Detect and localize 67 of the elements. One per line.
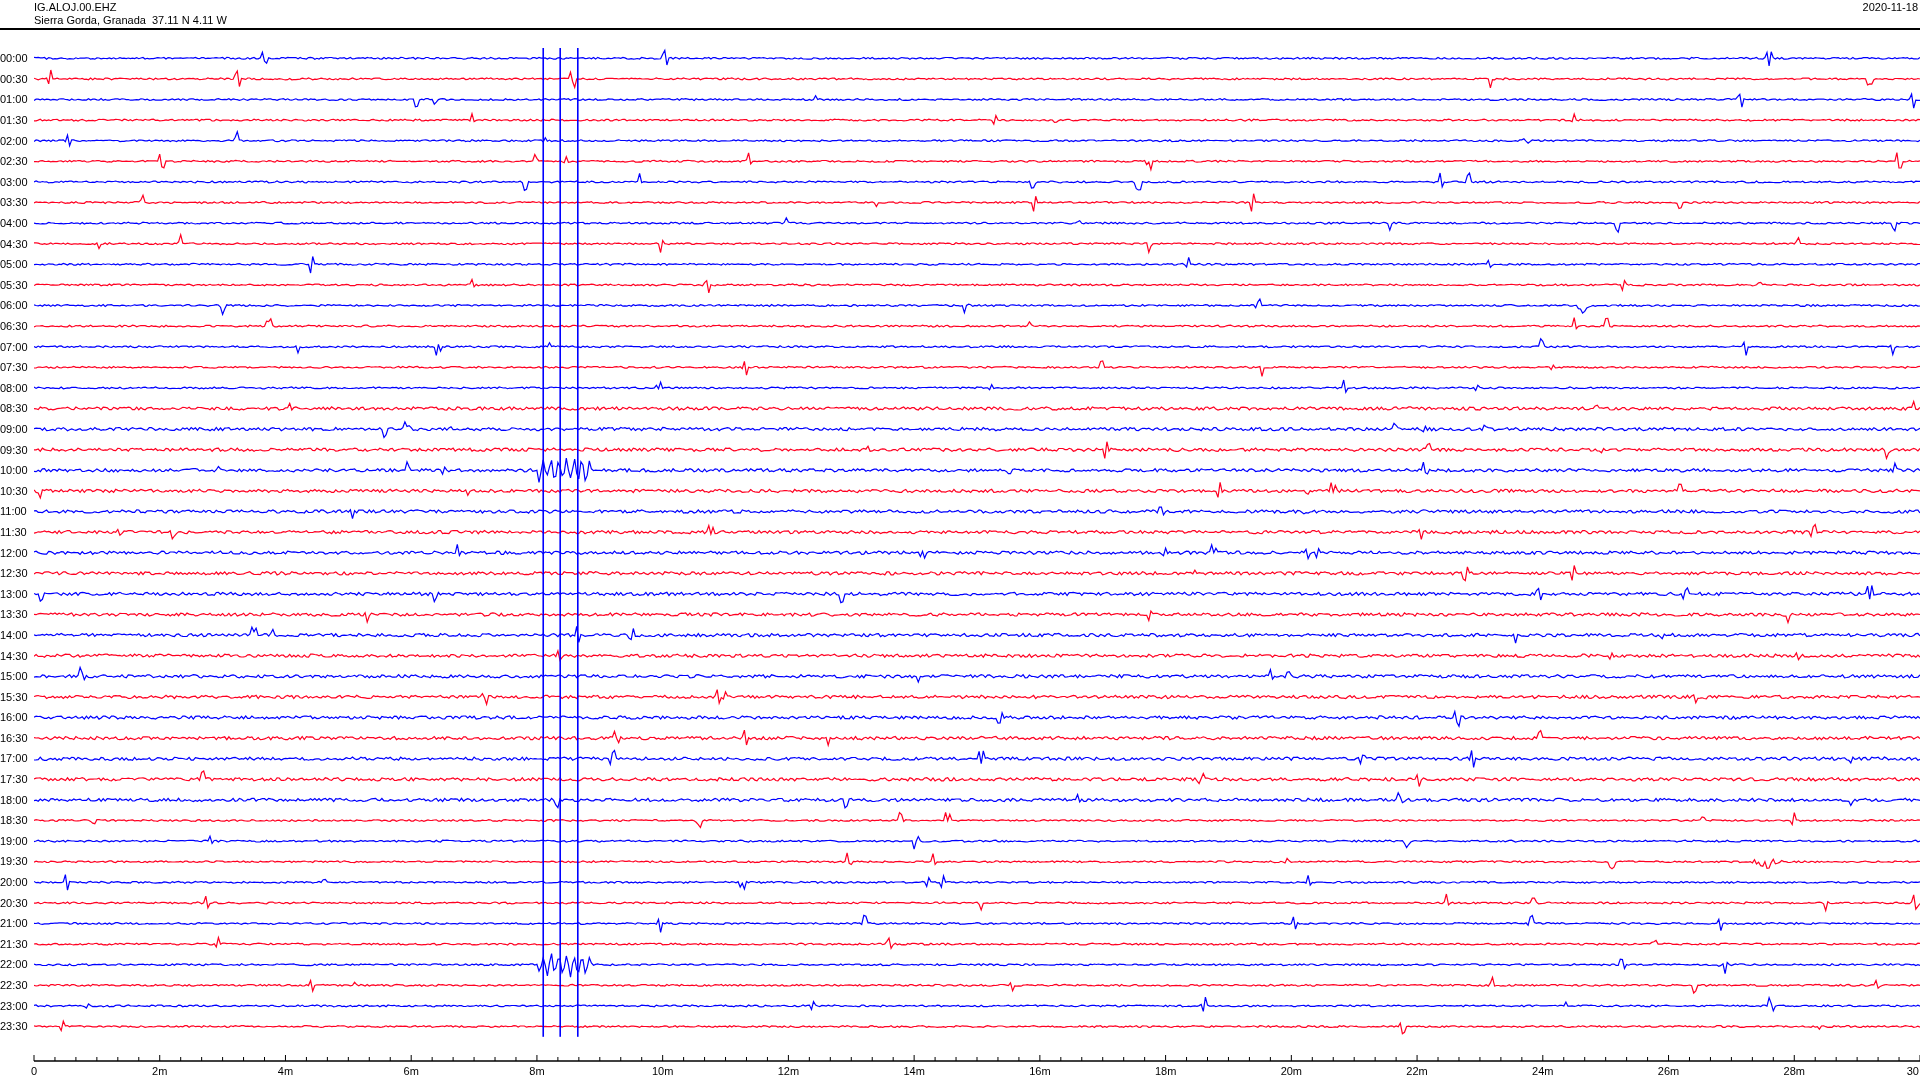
date-label: 2020-11-18 <box>1862 0 1918 15</box>
time-label: 05:30 <box>0 278 28 291</box>
tick-label: 22m <box>1406 1064 1428 1077</box>
time-label: 02:30 <box>0 155 28 168</box>
time-label: 23:00 <box>0 999 28 1012</box>
time-label: 15:00 <box>0 670 28 683</box>
time-label: 04:30 <box>0 237 28 250</box>
tick-label: 26m <box>1657 1064 1680 1077</box>
time-label: 07:30 <box>0 361 28 374</box>
station-code: IG.ALOJ.00.EHZ <box>34 1 118 14</box>
time-label: 10:00 <box>0 464 28 477</box>
time-label: 12:00 <box>0 546 28 559</box>
time-label: 21:30 <box>0 937 28 950</box>
time-label: 17:00 <box>0 752 28 765</box>
time-label: 01:00 <box>0 93 28 106</box>
time-label: 10:30 <box>0 484 28 497</box>
time-label: 22:30 <box>0 979 28 991</box>
time-label: 14:00 <box>0 628 28 641</box>
time-label: 19:30 <box>0 855 28 868</box>
time-label: 15:30 <box>0 690 28 703</box>
time-label: 21:00 <box>0 917 28 930</box>
time-label: 07:00 <box>0 340 28 353</box>
tick-label: 0 <box>30 1064 38 1077</box>
time-label: 16:00 <box>0 711 28 724</box>
time-label: 02:00 <box>0 134 28 147</box>
time-label: 04:00 <box>0 217 28 230</box>
time-label: 16:30 <box>0 731 28 744</box>
time-label: 06:30 <box>0 320 28 332</box>
time-label: 20:00 <box>0 876 28 889</box>
time-label: 03:30 <box>0 196 28 209</box>
tick-label: 6m <box>403 1064 419 1077</box>
time-label: 12:30 <box>0 567 28 580</box>
tick-label: 4m <box>277 1064 294 1077</box>
tick-label: 20m <box>1280 1064 1303 1077</box>
tick-label: 14m <box>903 1064 925 1077</box>
time-label: 17:30 <box>0 773 28 786</box>
time-label: 08:30 <box>0 402 28 415</box>
time-label: 06:00 <box>0 299 28 312</box>
time-label: 11:30 <box>0 525 27 538</box>
time-label: 01:30 <box>0 114 28 127</box>
tick-label: 2m <box>152 1064 168 1077</box>
time-label: 09:00 <box>0 423 28 435</box>
station-location: Sierra Gorda, Granada 37.11 N 4.11 W <box>34 14 227 27</box>
tick-label: 24m <box>1532 1064 1554 1077</box>
time-label: 00:00 <box>0 52 28 65</box>
time-label: 09:30 <box>0 443 28 456</box>
time-label: 11:00 <box>0 505 27 518</box>
time-label: 23:30 <box>0 1020 28 1033</box>
time-label: 19:00 <box>0 834 28 847</box>
tick-label: 8m <box>529 1064 545 1077</box>
time-label: 22:00 <box>0 958 28 971</box>
tick-label: 30 <box>1906 1064 1919 1077</box>
time-label: 00:30 <box>0 72 28 85</box>
time-label: 18:00 <box>0 793 28 806</box>
time-label: 14:30 <box>0 649 28 662</box>
tick-label: 10m <box>651 1064 674 1077</box>
time-label: 03:00 <box>0 175 28 188</box>
tick-label: 16m <box>1029 1064 1051 1077</box>
time-label: 13:00 <box>0 587 28 600</box>
tick-label: 28m <box>1783 1064 1805 1077</box>
tick-label: 12m <box>777 1064 800 1077</box>
time-label: 13:30 <box>0 608 28 621</box>
tick-label: 18m <box>1154 1064 1177 1077</box>
time-label: 18:30 <box>0 814 28 827</box>
time-label: 20:30 <box>0 896 28 909</box>
time-label: 05:00 <box>0 258 28 271</box>
time-label: 08:00 <box>0 381 28 394</box>
